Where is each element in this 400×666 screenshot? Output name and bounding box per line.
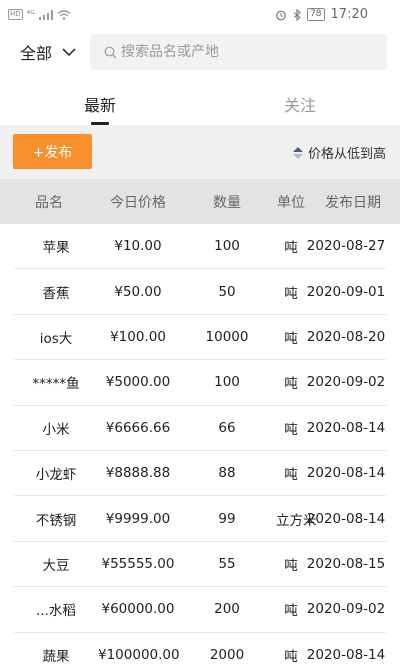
cell-quantity: 55	[218, 555, 236, 572]
cell-quantity: 100	[214, 238, 240, 255]
cell-date: 2020-08-15	[306, 555, 386, 572]
table-row[interactable]: 苹果 ¥10.00 100 吨 2020-08-27	[14, 224, 386, 270]
header-price: 今日价格	[110, 194, 166, 211]
cell-date: 2020-08-14	[306, 465, 386, 482]
cell-name: 蔬果	[42, 649, 70, 666]
cell-name: 苹果	[42, 240, 70, 257]
table-row[interactable]: ...水稻 ¥60000.00 200 吨 2020-09-02	[14, 587, 386, 633]
cell-name: 大豆	[42, 557, 70, 574]
search-box[interactable]	[90, 34, 387, 70]
cell-price: ¥55555.00	[101, 555, 175, 572]
cell-price: ¥100000.00	[98, 647, 180, 664]
cell-date: 2020-08-20	[306, 328, 386, 345]
toolbar: +发布 价格从低到高	[0, 125, 400, 179]
search-icon	[104, 46, 117, 58]
tab-bar: 最新 关注	[0, 76, 400, 125]
sort-down-triangle	[292, 153, 303, 159]
cell-price: ¥100.00	[110, 328, 166, 345]
cell-quantity: 88	[218, 465, 236, 482]
header-date: 发布日期	[325, 194, 381, 211]
table-body: 苹果 ¥10.00 100 吨 2020-08-27 香蕉 ¥50.00 50 …	[0, 224, 400, 666]
cell-quantity: 99	[218, 510, 236, 527]
tab-latest-label: 最新	[83, 96, 116, 115]
header-name: 品名	[35, 194, 63, 211]
cell-name: 小米	[42, 421, 70, 438]
cell-date: 2020-08-14	[306, 419, 386, 436]
signal-text: ⁴ᴳ	[26, 9, 35, 20]
bluetooth-icon	[293, 8, 301, 21]
sort-price-toggle[interactable]: 价格从低到高	[292, 143, 386, 162]
status-right: 78 17:20	[275, 7, 368, 22]
status-left: HD ⁴ᴳ	[8, 9, 71, 20]
cell-unit: 吨	[284, 376, 298, 393]
cell-price: ¥8888.88	[105, 465, 171, 482]
cell-quantity: 50	[218, 283, 236, 300]
cell-price: ¥10.00	[114, 238, 162, 255]
sort-icon	[292, 146, 303, 159]
table-row[interactable]: 香蕉 ¥50.00 50 吨 2020-09-01	[14, 269, 386, 315]
cell-unit: 立方米	[276, 512, 317, 529]
tab-following[interactable]: 关注	[200, 76, 400, 125]
cell-unit: 吨	[284, 285, 298, 302]
cell-unit: 吨	[284, 421, 298, 438]
cell-price: ¥5000.00	[105, 374, 171, 391]
table-row[interactable]: 小米 ¥6666.66 66 吨 2020-08-14	[14, 406, 386, 451]
cell-unit: 吨	[284, 330, 298, 347]
cell-quantity: 200	[214, 601, 240, 618]
alarm-icon	[276, 10, 286, 20]
hd-badge: HD	[8, 9, 23, 20]
cell-date: 2020-08-27	[306, 238, 386, 255]
table-row[interactable]: 蔬果 ¥100000.00 2000 吨 2020-08-14	[14, 633, 386, 666]
tab-following-label: 关注	[283, 96, 316, 115]
table-row[interactable]: 大豆 ¥55555.00 55 吨 2020-08-15	[14, 542, 386, 588]
header-quantity: 数量	[213, 194, 241, 211]
cell-date: 2020-09-01	[306, 283, 386, 300]
publish-button[interactable]: +发布	[13, 134, 92, 169]
header-unit: 单位	[277, 194, 305, 211]
battery-icon: 78	[307, 8, 325, 21]
cell-name: *****鱼	[32, 376, 80, 393]
category-filter-dropdown[interactable]: 全部	[20, 40, 76, 64]
signal-bars-icon	[38, 9, 53, 20]
cell-price: ¥60000.00	[101, 601, 175, 618]
cell-date: 2020-09-02	[306, 374, 386, 391]
cell-unit: 吨	[284, 649, 298, 666]
cell-name: ios大	[39, 330, 73, 347]
cell-unit: 吨	[284, 240, 298, 257]
filter-label: 全部	[20, 44, 53, 63]
cell-quantity: 2000	[209, 647, 245, 664]
wifi-icon	[57, 9, 71, 20]
table-row[interactable]: 不锈钢 ¥9999.00 99 立方米 2020-08-14	[14, 496, 386, 542]
tab-latest[interactable]: 最新	[0, 76, 200, 125]
cell-quantity: 10000	[205, 328, 249, 345]
cell-date: 2020-08-14	[306, 647, 386, 664]
cell-price: ¥6666.66	[105, 419, 171, 436]
cell-unit: 吨	[284, 467, 298, 484]
status-bar: HD ⁴ᴳ 78 17:20	[0, 0, 400, 32]
table-row[interactable]: ios大 ¥100.00 10000 吨 2020-08-20	[14, 315, 386, 361]
search-input[interactable]	[121, 44, 361, 60]
status-time: 17:20	[330, 7, 368, 22]
cell-date: 2020-08-14	[306, 510, 386, 527]
cell-price: ¥9999.00	[105, 510, 171, 527]
cell-price: ¥50.00	[114, 283, 162, 300]
cell-quantity: 100	[214, 374, 240, 391]
cell-unit: 吨	[284, 603, 298, 620]
cell-quantity: 66	[218, 419, 236, 436]
cell-name: 香蕉	[42, 285, 70, 302]
table-row[interactable]: *****鱼 ¥5000.00 100 吨 2020-09-02	[14, 360, 386, 406]
cell-unit: 吨	[284, 557, 298, 574]
sort-label: 价格从低到高	[307, 147, 386, 162]
chevron-down-icon	[62, 47, 76, 56]
table-row[interactable]: 小龙虾 ¥8888.88 88 吨 2020-08-14	[14, 451, 386, 497]
cell-date: 2020-09-02	[306, 601, 386, 618]
cell-name: ...水稻	[36, 603, 76, 620]
sort-up-triangle	[292, 146, 303, 152]
search-row: 全部	[0, 32, 400, 72]
cell-name: 不锈钢	[35, 512, 77, 529]
table-header: 品名 今日价格 数量 单位 发布日期	[0, 179, 400, 224]
cell-name: 小龙虾	[35, 467, 77, 484]
